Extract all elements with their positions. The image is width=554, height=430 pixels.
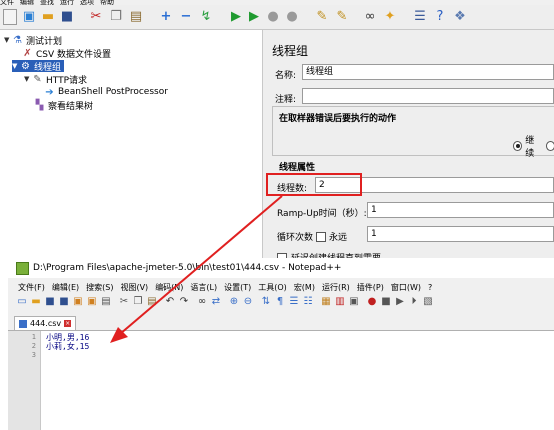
arrow-line [119, 195, 283, 335]
annotation-arrow [110, 195, 283, 343]
